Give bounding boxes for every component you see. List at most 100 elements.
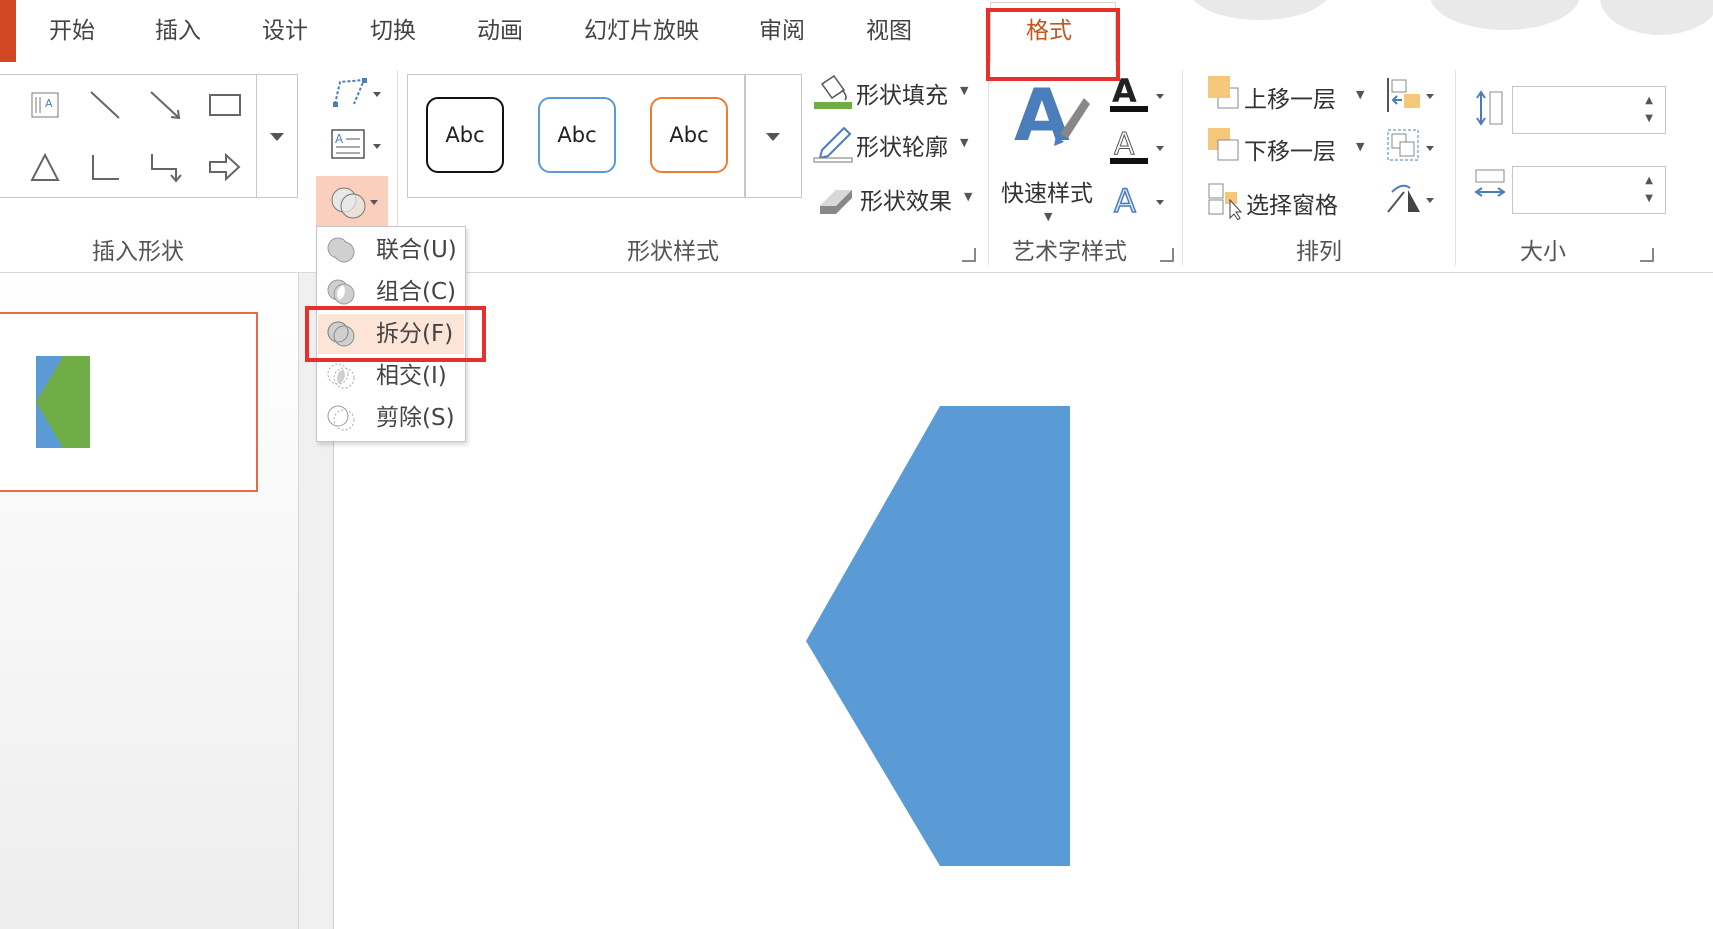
quick-styles-button[interactable]: A 快速样式 ▼	[996, 74, 1100, 224]
thumbnail-shape	[36, 356, 90, 448]
align-icon	[1387, 78, 1434, 112]
group-separator	[1455, 70, 1456, 265]
tab-slideshow[interactable]: 幻灯片放映	[584, 14, 699, 48]
merge-shapes-button[interactable]	[316, 176, 388, 228]
text-box-icon: A	[331, 129, 381, 159]
shapes-gallery: A	[0, 74, 282, 198]
menu-item-union[interactable]: 联合(U)	[318, 230, 464, 270]
svg-text:A: A	[1114, 127, 1135, 162]
wordart-a-icon: A	[1014, 74, 1090, 154]
tab-review[interactable]: 审阅	[759, 14, 805, 48]
arrow-line-shape-icon[interactable]	[142, 83, 188, 127]
shape-height-input[interactable]: ▲ ▼	[1512, 86, 1666, 134]
paint-bucket-icon	[814, 74, 852, 109]
group-objects-icon	[1387, 129, 1434, 161]
slide-thumbnail[interactable]	[0, 312, 258, 492]
fragment-highlight	[305, 306, 486, 362]
bring-forward-label: 上移一层	[1244, 87, 1336, 113]
group-label-arrange: 排列	[1296, 239, 1342, 265]
subtract-icon	[327, 405, 355, 431]
format-tab-highlight	[986, 8, 1120, 81]
wordart-launcher-icon[interactable]	[1160, 248, 1174, 262]
edit-shape-button[interactable]	[330, 74, 382, 114]
merge-shapes-icon	[331, 187, 378, 219]
tab-animations[interactable]: 动画	[477, 14, 523, 48]
line-shape-icon[interactable]	[82, 83, 128, 127]
shape-width-icon	[1474, 169, 1506, 197]
shape-effects-label: 形状效果	[860, 189, 952, 215]
text-box-button[interactable]: A	[330, 126, 382, 166]
shape-width-input[interactable]: ▲ ▼	[1512, 166, 1666, 214]
send-backward-label: 下移一层	[1244, 139, 1336, 165]
svg-text:A: A	[45, 97, 53, 110]
tab-home[interactable]: 开始	[49, 14, 95, 48]
menu-item-label: 联合(U)	[376, 237, 457, 263]
menu-item-label: 剪除(S)	[376, 405, 455, 431]
shape-styles-launcher-icon[interactable]	[962, 248, 976, 262]
group-label-wordart-styles: 艺术字样式	[1012, 239, 1127, 265]
selection-pane-icon	[1208, 183, 1243, 220]
tab-transitions[interactable]: 切换	[370, 14, 416, 48]
tab-view[interactable]: 视图	[866, 14, 912, 48]
style-preset-orange[interactable]: Abc	[650, 97, 728, 173]
spin-up-icon[interactable]: ▲	[1645, 95, 1653, 106]
intersect-icon	[327, 363, 355, 389]
quick-styles-label: 快速样式	[1001, 181, 1093, 207]
style-preset-blue[interactable]: Abc	[538, 97, 616, 173]
title-decoration	[1600, 0, 1713, 35]
send-backward-button[interactable]: 下移一层 ▼	[1204, 124, 1366, 168]
shape-fill-label: 形状填充	[856, 83, 948, 109]
ribbon-tab-bar: 开始 插入 设计 切换 动画 幻灯片放映 审阅 视图 格式	[0, 0, 1713, 63]
title-decoration	[1430, 0, 1580, 30]
shape-effects-icon	[820, 190, 852, 214]
bring-forward-icon	[1208, 76, 1239, 109]
shape-effects-button[interactable]: 形状效果 ▼	[816, 178, 988, 218]
shape-fill-button[interactable]: 形状填充 ▼	[812, 72, 984, 112]
svg-text:A: A	[335, 132, 344, 146]
shape-styles-more[interactable]	[745, 74, 802, 198]
svg-text:A: A	[1114, 182, 1136, 220]
group-label-shape-styles: 形状样式	[627, 239, 719, 265]
group-objects-button[interactable]	[1384, 126, 1440, 168]
bring-forward-button[interactable]: 上移一层 ▼	[1204, 72, 1366, 116]
size-launcher-icon[interactable]	[1640, 248, 1654, 262]
rectangle-shape-icon[interactable]	[202, 83, 248, 127]
menu-item-intersect[interactable]: 相交(I)	[318, 356, 464, 396]
textbox-shape-icon[interactable]: A	[22, 83, 68, 127]
group-separator	[1182, 70, 1183, 265]
tab-insert[interactable]: 插入	[155, 14, 201, 48]
shape-outline-button[interactable]: 形状轮廓 ▼	[812, 124, 984, 164]
spin-up-icon[interactable]: ▲	[1645, 175, 1653, 186]
ribbon: A A 插入形状 Abc Abc Abc 形状填充 ▼ 形状轮廓 ▼ 形状效果 …	[0, 62, 1713, 273]
tab-design[interactable]: 设计	[262, 14, 308, 48]
elbow-arrow-connector-shape-icon[interactable]	[142, 145, 188, 189]
rotate-button[interactable]	[1384, 178, 1440, 220]
text-outline-button[interactable]: A	[1108, 124, 1170, 168]
text-effects-icon: A	[1113, 181, 1164, 221]
chevron-down-icon: ▼	[960, 84, 969, 97]
chevron-down-icon	[766, 133, 780, 141]
file-tab[interactable]	[0, 0, 16, 62]
pencil-icon	[813, 126, 853, 163]
style-preset-black[interactable]: Abc	[426, 97, 504, 173]
shape-height-icon	[1476, 90, 1503, 126]
spin-down-icon[interactable]: ▼	[1645, 113, 1653, 124]
selection-pane-button[interactable]: 选择窗格	[1206, 178, 1356, 222]
spin-down-icon[interactable]: ▼	[1645, 193, 1653, 204]
edit-points-icon	[333, 78, 381, 107]
right-arrow-shape-icon[interactable]	[202, 145, 248, 189]
chevron-down-icon	[270, 133, 284, 141]
hexagon-fragment-shape[interactable]	[806, 406, 1076, 868]
shapes-gallery-more[interactable]	[256, 74, 298, 198]
elbow-connector-shape-icon[interactable]	[82, 145, 128, 189]
send-backward-icon	[1208, 128, 1239, 161]
menu-item-label: 相交(I)	[376, 363, 447, 389]
align-button[interactable]	[1384, 74, 1440, 116]
chevron-down-icon: ▼	[964, 190, 973, 203]
triangle-shape-icon[interactable]	[22, 145, 68, 189]
slide-canvas[interactable]	[334, 273, 1713, 929]
chevron-down-icon: ▼	[1356, 140, 1365, 153]
menu-item-subtract[interactable]: 剪除(S)	[318, 398, 464, 438]
chevron-down-icon: ▼	[1044, 210, 1053, 223]
text-effects-button[interactable]: A	[1108, 178, 1170, 222]
